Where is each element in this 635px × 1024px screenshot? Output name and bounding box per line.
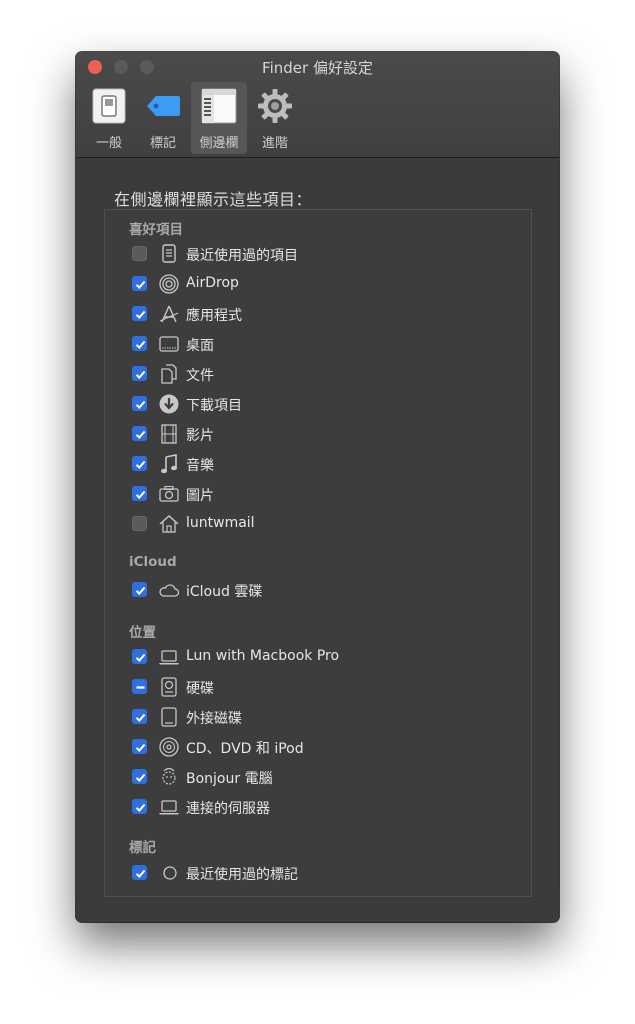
checkbox[interactable]	[132, 426, 147, 441]
checkbox[interactable]	[132, 516, 147, 531]
option-label: 桌面	[186, 338, 214, 354]
checkbox[interactable]	[132, 336, 147, 351]
cloud-icon	[159, 584, 180, 597]
laptop-icon	[159, 650, 179, 665]
section-favorites: 喜好項目	[129, 222, 183, 238]
tab-tags-label: 標記	[149, 136, 176, 151]
option-label: Lun with Macbook Pro	[186, 648, 340, 664]
tab-tags[interactable]: 標記	[135, 82, 191, 154]
sidebar-option-home[interactable]: luntwmail	[132, 513, 512, 535]
tab-advanced-label: 進階	[261, 136, 288, 151]
checkbox[interactable]	[132, 649, 147, 664]
checkbox[interactable]	[132, 582, 147, 597]
sidebar-icon	[201, 88, 237, 124]
sidebar-option-this-mac[interactable]: Lun with Macbook Pro	[132, 646, 512, 668]
checkbox[interactable]	[132, 769, 147, 784]
sidebar-option-applications[interactable]: 應用程式	[132, 303, 512, 325]
sidebar-option-music[interactable]: 音樂	[132, 453, 512, 475]
option-label: 圖片	[186, 488, 214, 504]
sidebar-option-recent-tags[interactable]: 最近使用過的標記	[132, 862, 512, 884]
server-icon	[159, 800, 179, 815]
window-title: Finder 偏好設定	[262, 59, 373, 77]
sidebar-option-optical-media[interactable]: CD、DVD 和 iPod	[132, 736, 512, 758]
tab-sidebar-label: 側邊欄	[199, 136, 239, 151]
option-label: 連接的伺服器	[186, 801, 270, 817]
checkbox[interactable]	[132, 246, 147, 261]
option-label: 硬碟	[186, 681, 214, 697]
sidebar-option-documents[interactable]: 文件	[132, 363, 512, 385]
section-icloud: iCloud	[129, 554, 177, 570]
sidebar-option-hard-disks[interactable]: 硬碟	[132, 676, 512, 698]
option-label: AirDrop	[186, 275, 239, 291]
option-label: 應用程式	[186, 308, 242, 324]
sidebar-heading: 在側邊欄裡顯示這些項目：	[114, 190, 313, 209]
tag-icon	[147, 96, 180, 116]
option-label: luntwmail	[186, 515, 255, 531]
recents-icon	[162, 244, 176, 263]
recent-tags-icon	[163, 866, 177, 880]
checkbox[interactable]	[132, 306, 147, 321]
sidebar-option-external-disks[interactable]: 外接磁碟	[132, 706, 512, 728]
section-tags: 標記	[129, 840, 156, 856]
sidebar-option-bonjour[interactable]: Bonjour 電腦	[132, 766, 512, 788]
option-label: iCloud 雲碟	[186, 584, 263, 600]
downloads-icon	[159, 394, 179, 414]
toolbar: Finder 偏好設定 一般 標記 側邊欄 進階	[76, 52, 559, 158]
documents-icon	[161, 364, 177, 384]
applications-icon	[159, 305, 179, 323]
checkbox[interactable]	[132, 366, 147, 381]
hard-disk-icon	[161, 677, 177, 697]
gear-icon	[258, 89, 292, 123]
desktop-icon	[159, 336, 179, 352]
option-label: 最近使用過的標記	[186, 867, 298, 883]
checkbox[interactable]	[132, 865, 147, 880]
movies-icon	[161, 424, 177, 444]
checkbox[interactable]	[132, 456, 147, 471]
option-label: 最近使用過的項目	[186, 248, 298, 264]
option-label: 影片	[186, 428, 214, 444]
home-icon	[159, 514, 179, 533]
airdrop-icon	[159, 274, 179, 294]
tab-general-label: 一般	[95, 136, 122, 151]
option-label: 音樂	[186, 458, 214, 474]
tab-sidebar[interactable]: 側邊欄	[191, 82, 247, 154]
option-label: 文件	[186, 368, 214, 384]
general-switch-icon	[92, 88, 126, 124]
sidebar-option-movies[interactable]: 影片	[132, 423, 512, 445]
external-disk-icon	[161, 707, 177, 727]
option-label: CD、DVD 和 iPod	[186, 741, 304, 757]
sidebar-option-airdrop[interactable]: AirDrop	[132, 273, 512, 295]
music-icon	[161, 454, 177, 474]
optical-disc-icon	[159, 737, 179, 757]
checkbox[interactable]	[132, 709, 147, 724]
sidebar-option-desktop[interactable]: 桌面	[132, 333, 512, 355]
option-label: 下載項目	[186, 398, 242, 414]
pictures-icon	[159, 485, 179, 502]
option-label: 外接磁碟	[186, 711, 242, 727]
checkbox[interactable]	[132, 396, 147, 411]
checkbox[interactable]	[132, 739, 147, 754]
checkbox[interactable]	[132, 799, 147, 814]
tab-general[interactable]: 一般	[81, 82, 137, 154]
section-locations: 位置	[129, 625, 156, 641]
checkbox[interactable]	[132, 486, 147, 501]
checkbox[interactable]	[132, 276, 147, 291]
sidebar-option-downloads[interactable]: 下載項目	[132, 393, 512, 415]
tab-advanced[interactable]: 進階	[247, 82, 303, 154]
finder-preferences-window: Finder 偏好設定 一般 標記 側邊欄 進階 在側邊欄裡顯示這些項目： 喜好…	[76, 52, 559, 922]
sidebar-option-pictures[interactable]: 圖片	[132, 483, 512, 505]
sidebar-option-recents[interactable]: 最近使用過的項目	[132, 243, 512, 265]
sidebar-option-icloud-drive[interactable]: iCloud 雲碟	[132, 579, 512, 601]
option-label: Bonjour 電腦	[186, 771, 273, 787]
checkbox[interactable]	[132, 679, 147, 694]
bonjour-icon	[162, 767, 176, 785]
sidebar-option-connected-servers[interactable]: 連接的伺服器	[132, 796, 512, 818]
